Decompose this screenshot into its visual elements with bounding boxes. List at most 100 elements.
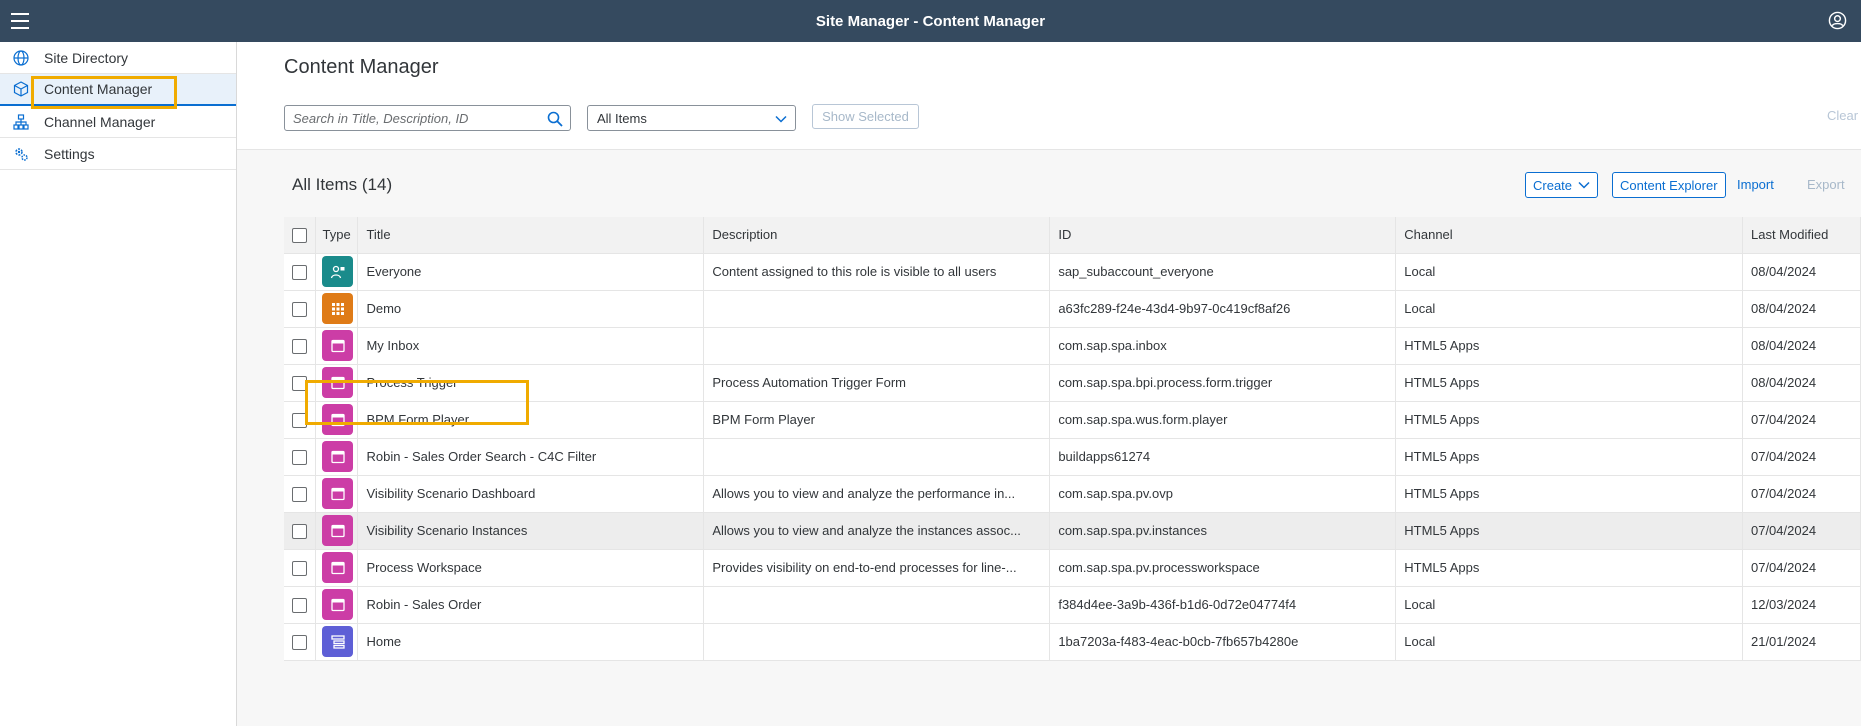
export-button[interactable]: Export xyxy=(1807,177,1845,192)
title-cell[interactable]: Robin - Sales Order xyxy=(357,586,705,624)
last-modified-cell: 07/04/2024 xyxy=(1742,401,1861,439)
sidebar-item-label: Content Manager xyxy=(44,81,153,97)
table-row[interactable]: Everyone Content assigned to this role is… xyxy=(284,253,1861,291)
row-select-cell xyxy=(284,438,317,476)
id-cell: com.sap.spa.inbox xyxy=(1049,327,1397,365)
type-cell xyxy=(315,438,359,476)
table-row[interactable]: Home 1ba7203a-f483-4eac-b0cb-7fb657b4280e… xyxy=(284,623,1861,661)
description-cell xyxy=(703,290,1051,328)
title-cell[interactable]: Visibility Scenario Dashboard xyxy=(357,475,705,513)
type-cell xyxy=(315,253,359,291)
description-cell xyxy=(703,327,1051,365)
search-field[interactable] xyxy=(284,105,571,131)
id-cell: com.sap.spa.bpi.process.form.trigger xyxy=(1049,364,1397,402)
table-row[interactable]: Demo a63fc289-f24e-43d4-9b97-0c419cf8af26… xyxy=(284,290,1861,328)
table-row[interactable]: Visibility Scenario Instances Allows you … xyxy=(284,512,1861,550)
channel-cell: HTML5 Apps xyxy=(1395,364,1743,402)
user-profile-icon[interactable] xyxy=(1828,11,1847,30)
sidebar-item-channel-manager[interactable]: Channel Manager xyxy=(0,106,236,138)
row-checkbox[interactable] xyxy=(292,486,307,502)
table-header-row: Type Title Description ID Channel Last M… xyxy=(284,217,1861,254)
table-row[interactable]: My Inbox com.sap.spa.inbox HTML5 Apps 08/04… xyxy=(284,327,1861,365)
show-selected-button[interactable]: Show Selected xyxy=(812,104,919,129)
row-checkbox[interactable] xyxy=(292,523,307,539)
title-cell[interactable]: Process Trigger xyxy=(357,364,705,402)
table-row[interactable]: Visibility Scenario Dashboard Allows you … xyxy=(284,475,1861,513)
row-checkbox[interactable] xyxy=(292,449,307,465)
title-cell[interactable]: Robin - Sales Order Search - C4C Filter xyxy=(357,438,705,476)
row-select-cell xyxy=(284,586,317,624)
row-checkbox[interactable] xyxy=(292,560,307,576)
table-row[interactable]: Robin - Sales Order f384d4ee-3a9b-436f-b1… xyxy=(284,586,1861,624)
title-cell[interactable]: Process Workspace xyxy=(357,549,705,587)
items-table: Type Title Description ID Channel Last M… xyxy=(284,217,1861,661)
last-modified-cell: 07/04/2024 xyxy=(1742,438,1861,476)
description-cell xyxy=(703,438,1051,476)
app-type-icon xyxy=(322,515,354,546)
app-type-icon xyxy=(322,404,354,435)
channel-cell: HTML5 Apps xyxy=(1395,512,1743,550)
table-toolbar: Create Content Explorer Import Export xyxy=(1461,171,1861,201)
sidebar: Site Directory Content Manager Channel M… xyxy=(0,42,237,726)
select-all-cell xyxy=(284,217,317,254)
channel-cell: HTML5 Apps xyxy=(1395,438,1743,476)
channel-cell: HTML5 Apps xyxy=(1395,327,1743,365)
column-header-type[interactable]: Type xyxy=(315,217,359,254)
type-cell xyxy=(315,364,359,402)
description-cell xyxy=(703,623,1051,661)
column-header-last-modified[interactable]: Last Modified xyxy=(1742,217,1861,254)
page-title: Content Manager xyxy=(284,56,439,78)
clear-button[interactable]: Clear xyxy=(1827,108,1858,123)
id-cell: com.sap.spa.pv.ovp xyxy=(1049,475,1397,513)
shell-title: Site Manager - Content Manager xyxy=(815,12,1046,30)
select-all-checkbox[interactable] xyxy=(292,227,307,243)
row-checkbox[interactable] xyxy=(292,375,307,391)
channel-cell: HTML5 Apps xyxy=(1395,475,1743,513)
title-cell[interactable]: My Inbox xyxy=(357,327,705,365)
create-button[interactable]: Create xyxy=(1525,172,1599,198)
search-icon[interactable] xyxy=(547,111,563,127)
row-select-cell xyxy=(284,253,317,291)
title-cell[interactable]: Everyone xyxy=(357,253,705,291)
row-checkbox[interactable] xyxy=(292,301,307,317)
item-filter-select[interactable]: All Items xyxy=(587,105,796,131)
title-cell[interactable]: Home xyxy=(357,623,705,661)
group-type-icon xyxy=(322,293,354,324)
title-cell[interactable]: Demo xyxy=(357,290,705,328)
column-header-id[interactable]: ID xyxy=(1049,217,1397,254)
column-header-description[interactable]: Description xyxy=(703,217,1051,254)
content-explorer-button[interactable]: Content Explorer xyxy=(1612,172,1726,198)
row-checkbox[interactable] xyxy=(292,338,307,354)
title-cell[interactable]: BPM Form Player xyxy=(357,401,705,439)
channel-cell: Local xyxy=(1395,586,1743,624)
select-value: All Items xyxy=(597,110,647,126)
description-cell: Allows you to view and analyze the insta… xyxy=(703,512,1051,550)
menu-icon[interactable] xyxy=(11,13,29,29)
description-cell: Content assigned to this role is visible… xyxy=(703,253,1051,291)
sidebar-item-site-directory[interactable]: Site Directory xyxy=(0,42,236,74)
search-input[interactable] xyxy=(293,110,543,126)
import-button[interactable]: Import xyxy=(1737,177,1774,192)
row-checkbox[interactable] xyxy=(292,264,307,280)
chevron-down-icon xyxy=(1578,181,1590,189)
sidebar-item-content-manager[interactable]: Content Manager xyxy=(0,74,236,106)
description-cell: Process Automation Trigger Form xyxy=(703,364,1051,402)
sidebar-item-settings[interactable]: Settings xyxy=(0,138,236,170)
table-row[interactable]: Process Workspace Provides visibility on … xyxy=(284,549,1861,587)
space-type-icon xyxy=(322,626,354,657)
table-row[interactable]: Robin - Sales Order Search - C4C Filter b… xyxy=(284,438,1861,476)
channel-cell: Local xyxy=(1395,253,1743,291)
row-checkbox[interactable] xyxy=(292,634,307,650)
table-row[interactable]: Process Trigger Process Automation Trigge… xyxy=(284,364,1861,402)
row-checkbox[interactable] xyxy=(292,412,307,428)
description-cell: Allows you to view and analyze the perfo… xyxy=(703,475,1051,513)
title-cell[interactable]: Visibility Scenario Instances xyxy=(357,512,705,550)
row-select-cell xyxy=(284,327,317,365)
id-cell: buildapps61274 xyxy=(1049,438,1397,476)
column-header-title[interactable]: Title xyxy=(357,217,705,254)
row-checkbox[interactable] xyxy=(292,597,307,613)
table-row[interactable]: BPM Form Player BPM Form Player com.sap.sp… xyxy=(284,401,1861,439)
last-modified-cell: 08/04/2024 xyxy=(1742,364,1861,402)
type-cell xyxy=(315,512,359,550)
column-header-channel[interactable]: Channel xyxy=(1395,217,1743,254)
